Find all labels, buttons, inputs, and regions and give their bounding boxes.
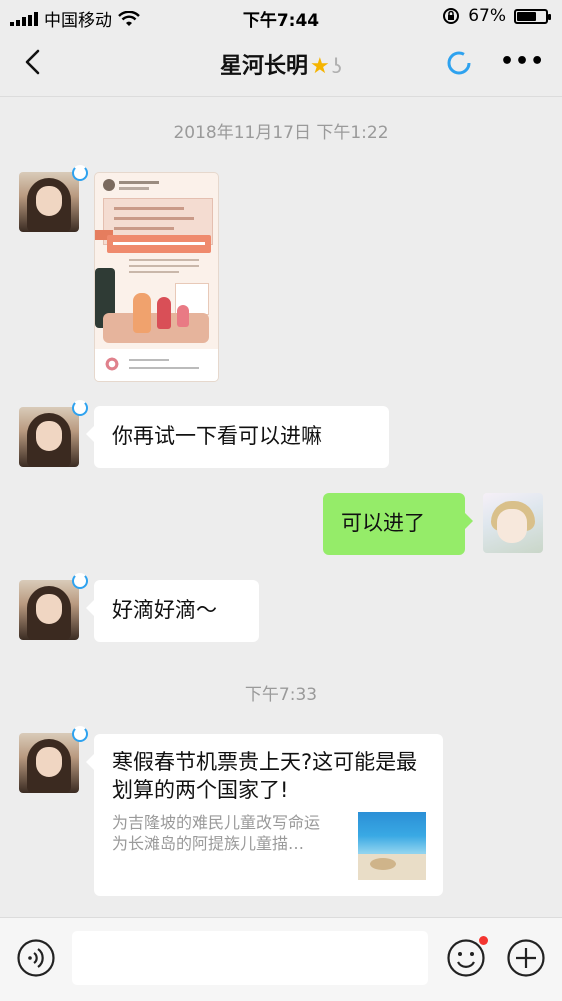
- voice-icon[interactable]: [16, 938, 56, 978]
- status-right: 67%: [442, 6, 551, 26]
- message-text: 你再试一下看可以进嘛: [112, 424, 322, 448]
- emoji-icon[interactable]: [446, 936, 488, 978]
- contact-avatar[interactable]: [19, 726, 88, 793]
- timestamp: 下午7:33: [244, 685, 318, 705]
- battery-percent: 67%: [468, 6, 506, 26]
- message-bubble[interactable]: 好滴好滴～: [86, 580, 259, 642]
- more-icon[interactable]: •••: [500, 50, 544, 78]
- message-text: 好滴好滴～: [112, 598, 217, 622]
- input-bar: [0, 917, 562, 1001]
- timestamp: 2018年11月17日 下午1:22: [173, 123, 389, 143]
- battery-icon: [514, 8, 551, 24]
- chat-area[interactable]: 2018年11月17日 下午1:22 你再试一下看可以进嘛 可以进了 好滴好滴～…: [0, 97, 562, 917]
- link-description: 为吉隆坡的难民儿童改写命运 为长滩岛的阿提族儿童描…: [112, 813, 321, 853]
- star-icon: ★: [310, 54, 330, 79]
- contact-avatar[interactable]: [19, 573, 88, 640]
- ear-icon: ʖ: [331, 54, 342, 78]
- message-text: 可以进了: [341, 511, 425, 535]
- nav-bar: 星河长明★ ʖ •••: [0, 32, 562, 97]
- link-card[interactable]: 寒假春节机票贵上天?这可能是最划算的两个国家了! 为吉隆坡的难民儿童改写命运 为…: [86, 734, 443, 896]
- contact-avatar[interactable]: [19, 400, 88, 467]
- my-avatar[interactable]: [483, 493, 543, 553]
- status-ring-icon: [72, 400, 88, 416]
- rotation-lock-icon: [443, 8, 460, 24]
- status-bar: 中国移动 下午7:44 67%: [0, 0, 562, 32]
- contact-avatar[interactable]: [19, 165, 88, 232]
- notify-dot: [479, 936, 488, 945]
- my-message-bubble[interactable]: 可以进了: [323, 493, 473, 555]
- beach-thumbnail: [358, 812, 426, 880]
- image-message[interactable]: [94, 172, 219, 382]
- chat-title-text: 星河长明: [220, 54, 309, 79]
- chat-title[interactable]: 星河长明★ ʖ: [0, 48, 562, 80]
- status-ring-icon: [72, 573, 88, 589]
- plus-icon[interactable]: [506, 938, 546, 978]
- status-ring-icon: [72, 726, 88, 742]
- message-input[interactable]: [72, 931, 428, 985]
- loading-ring-icon[interactable]: [446, 50, 472, 76]
- link-title: 寒假春节机票贵上天?这可能是最划算的两个国家了!: [112, 750, 418, 802]
- status-ring-icon: [72, 165, 88, 181]
- message-bubble[interactable]: 你再试一下看可以进嘛: [86, 406, 389, 468]
